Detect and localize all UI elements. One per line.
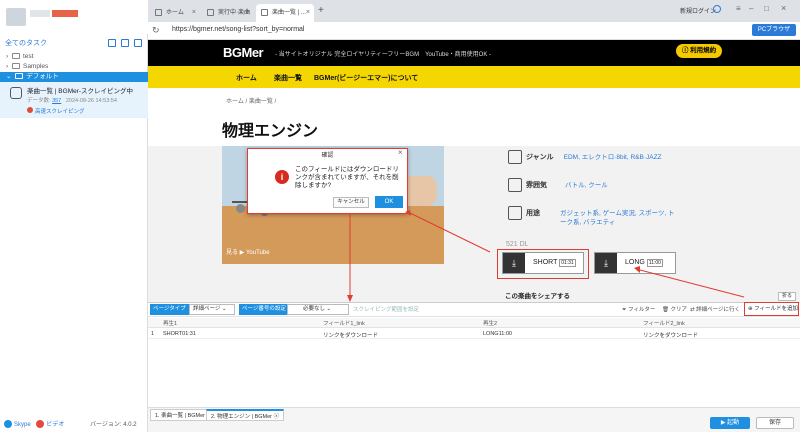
annotation-arrows	[347, 210, 745, 302]
arrow-line	[639, 269, 745, 298]
arrow-head	[634, 266, 640, 273]
arrow-head	[347, 295, 353, 302]
arrow-line	[409, 212, 491, 253]
arrow-head	[405, 210, 411, 216]
